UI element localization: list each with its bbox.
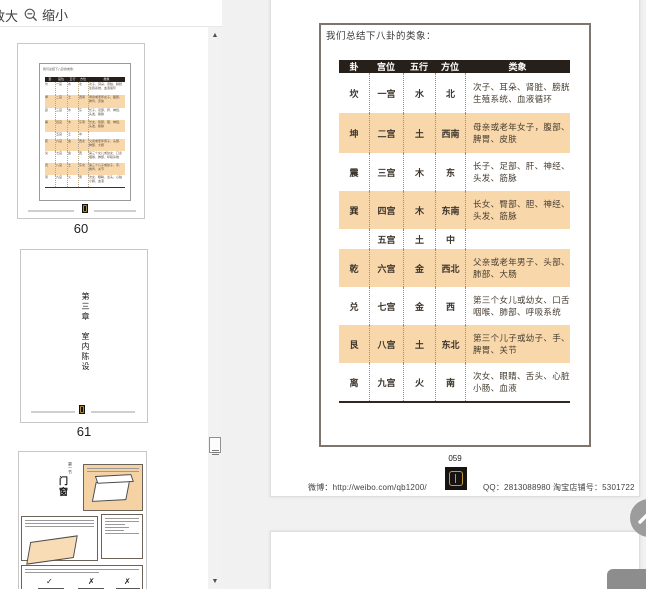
floorplan-drawing [26,535,78,565]
document-view: 我们总结下八卦的类象： 卦 宫位 五行 方位 类象 坎一宫水北次子、耳朵、肾脏、… [222,0,646,589]
table-row: 坎一宫水北次子、耳朵、肾脏、膀胱 生殖系统、血液循环 [339,73,570,113]
table-row: 坤二宫土西南 母亲或老年女子，腹部、 脾胃、皮肤 [339,113,570,153]
table-row: 艮八宫土东北 第三个儿子或幼子、手、 脾胃、关节 [339,325,570,363]
mini-table-row: 乾六宫金西北 父亲或老年男子、头部、 肺部、大肠 [45,139,125,151]
footer-weibo: 微博：http://weibo.com/qb1200/ [308,483,427,492]
header-gua: 卦 [349,62,359,72]
thumb-60-logo [82,204,88,213]
chevron-up-icon [638,513,646,524]
mini-table-row: 坎一宫水北次子、耳朵、肾脏、膀胱 生殖系统、血液循环 [45,82,125,95]
page-number: 059 [448,454,462,463]
mini-table-row: 艮八宫土东北 第三个儿子或幼子、手、 脾胃、关节 [45,163,125,175]
document-page-59: 我们总结下八卦的类象： 卦 宫位 五行 方位 类象 坎一宫水北次子、耳朵、肾脏、… [270,0,640,497]
mini-table-row: 巽四宫木东南 长女、臀部、胆、神经、 头发、筋脉 [45,120,125,132]
thumb-60-footer-line [94,210,136,212]
check-mark-icon: ✓ [46,577,53,586]
thumb-61-logo [79,405,85,414]
footer-qq-taobao: QQ：2813088980 淘宝店铺号：5301722 [483,483,635,492]
thumb-60-mini-table: 卦宫位 五行 方位 类象 坎一宫水北次子、耳朵、肾脏、膀胱 生殖系统、血液循环坤二宫土… [45,77,125,188]
table-row: 兑七宫金西第三个女儿或幼女、口舌 咽喉、肺部、呼吸系统 [339,287,570,325]
grip-lines-icon [211,450,219,451]
scroll-down-button[interactable]: ▼ [208,574,222,589]
thumb-61-footer-line [91,411,135,413]
corner-panel[interactable] [607,569,646,589]
header-leixiang: 类象 [508,62,527,72]
publisher-logo [445,467,467,490]
thumb-62-section-label: 第一节 [68,462,73,474]
table-row: 乾六宫金西北 父亲或老年男子、头部、 肺部、大肠 [339,249,570,287]
header-gongwei: 宫位 [376,62,395,72]
magnifier-minus-icon [24,8,38,22]
bagua-table-rows: 坎一宫水北次子、耳朵、肾脏、膀胱 生殖系统、血液循环坤二宫土西南 母亲或老年女子，腹… [339,73,570,401]
bagua-content-box: 我们总结下八卦的类象： 卦 宫位 五行 方位 类象 坎一宫水北次子、耳朵、肾脏、… [319,23,591,447]
zoom-out-label: 缩小 [42,8,69,23]
back-to-top-button[interactable] [630,499,646,537]
thumb-62-panel-floorplan [21,516,98,565]
sidebar-toolbar: 放大 缩小 [0,0,222,27]
house-box-drawing [91,480,131,502]
thumb-60-mini-rows: 坎一宫水北次子、耳朵、肾脏、膀胱 生殖系统、血液循环坤二宫土西南 母亲或老年女子，… [45,82,125,187]
thumb-60-footer-line [28,210,74,212]
thumb-62-panel-house [83,464,143,511]
sidebar-scrollbar-track[interactable] [208,27,222,589]
x-mark-icon: ✗ [124,577,131,586]
table-row: 巽四宫木东南 长女、臀部、胆、神经、 头发、筋脉 [339,191,570,229]
document-page-60 [270,531,640,589]
mini-table-row: 震三宫木东长子、足部、肝、神经、 头发、筋脉 [45,108,125,120]
thumb-61-chapter-title: 第三章 室内陈设 [81,292,90,372]
intro-text: 我们总结下八卦的类象： [326,31,437,42]
mini-table-row: 五宫土中 [45,132,125,139]
thumbnail-page-60[interactable]: 我们总结下八卦的类象： 卦宫位 五行 方位 类象 坎一宫水北次子、耳朵、肾脏、膀胱 生… [17,43,145,219]
mini-table-row: 离九宫火南次女、眼睛、舌头、心脏 小肠、血液 [45,175,125,187]
zoom-out-button[interactable]: 缩小 [24,5,68,24]
header-fangwei: 方位 [440,62,459,72]
thumb-60-label: 60 [73,221,89,236]
thumb-62-panel-examples: ✓ ✗ ✗ [21,565,143,589]
mini-table-row: 兑七宫金西第三个女儿或幼女、口舌 咽喉、肺部、呼吸系统 [45,151,125,163]
x-mark-icon: ✗ [88,577,95,586]
mini-table-row: 坤二宫土西南 母亲或老年女子，腹部、 脾胃、皮肤 [45,95,125,108]
bagua-table-header: 卦 宫位 五行 方位 类象 [339,60,570,73]
scroll-up-button[interactable]: ▲ [208,28,222,43]
bagua-table: 卦 宫位 五行 方位 类象 坎一宫水北次子、耳朵、肾脏、膀胱 生殖系统、血液循环坤… [339,60,570,403]
thumb-62-panel-text [101,514,143,559]
table-row: 震三宫木东长子、足部、肝、神经、 头发、筋脉 [339,153,570,191]
thumb-61-label: 61 [76,424,92,439]
thumb-60-content-box: 我们总结下八卦的类象： 卦宫位 五行 方位 类象 坎一宫水北次子、耳朵、肾脏、膀胱 生… [39,63,131,201]
thumbnail-page-62[interactable]: 第一节 门窗 ✓ ✗ ✗ [18,451,147,589]
sidebar-scrollbar-thumb[interactable] [209,437,221,453]
zoom-in-button[interactable]: 放大 [0,6,18,25]
thumb-62-section-title: 门窗 [58,476,68,498]
table-row: 五宫土中 [339,229,570,249]
thumb-61-footer-line [31,411,75,413]
header-wuxing: 五行 [409,62,428,72]
ebook-viewer: 放大 缩小 我们总结下八卦的类象： 卦宫位五行方位类象 坎一宫水北次子、耳朵、 [0,0,646,589]
thumb-60-intro: 我们总结下八卦的类象： [43,67,77,71]
table-row: 离九宫火南次女、眼睛、舌头、心脏 小肠、血液 [339,363,570,401]
thumbnail-page-61[interactable]: 第三章 室内陈设 [20,249,148,423]
thumbnail-sidebar: 放大 缩小 我们总结下八卦的类象： 卦宫位五行方位类象 坎一宫水北次子、耳朵、 [0,0,222,589]
